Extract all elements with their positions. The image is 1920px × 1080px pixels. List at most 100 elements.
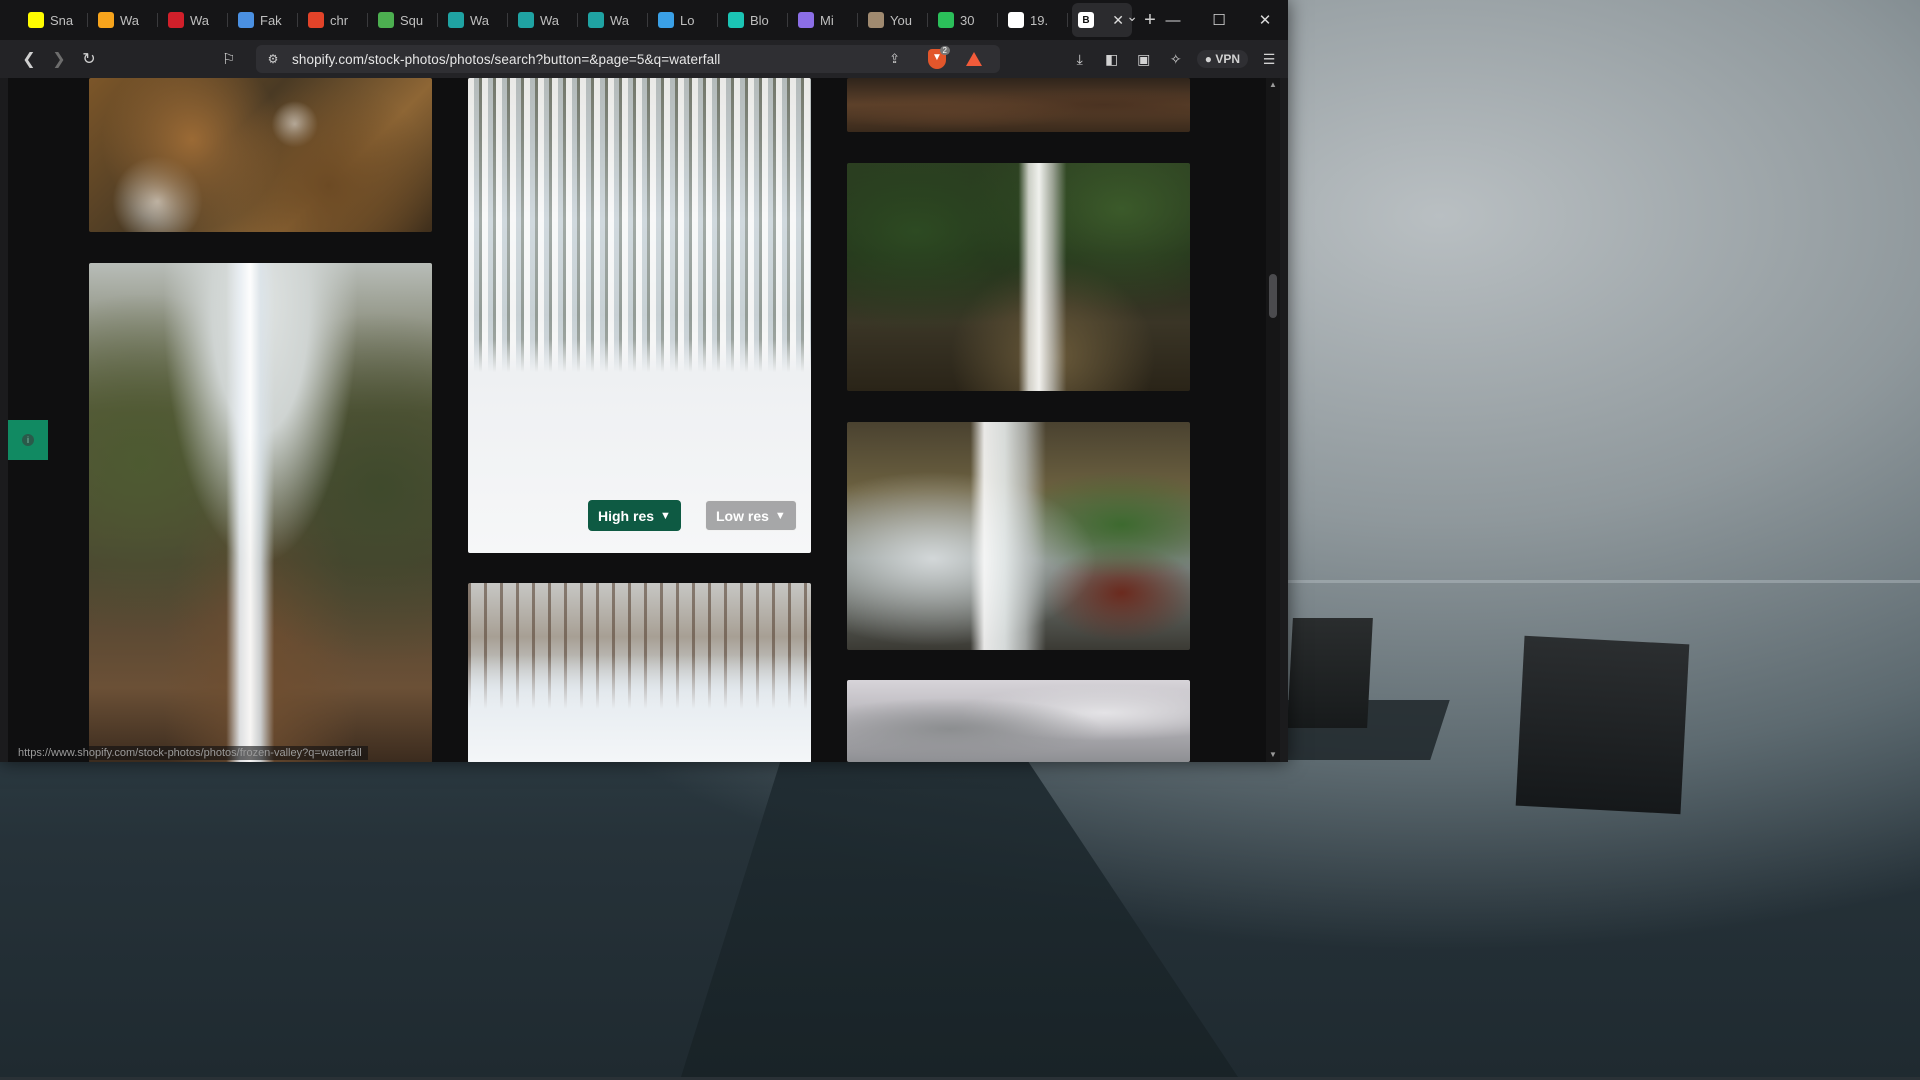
tab-6[interactable]: Wa — [442, 3, 512, 37]
chevron-down-icon: ▼ — [774, 509, 786, 522]
tab-strip: Sna Wa Wa Fak chr Squ Wa Wa Wa Lo Blo Mi You 30 19. B … — [0, 0, 1288, 40]
snapchat-icon — [28, 12, 44, 28]
chevron-down-icon: ▼ — [660, 509, 671, 522]
photo-rocky-ground[interactable] — [847, 78, 1190, 132]
shield-count-badge: 2 — [939, 46, 950, 55]
high-res-label: High res — [598, 507, 655, 524]
share-icon[interactable]: ⇪ — [889, 51, 900, 67]
browser-window: Sna Wa Wa Fak chr Squ Wa Wa Wa Lo Blo Mi You 30 19. B … — [0, 0, 1288, 762]
photo-frozen-cascade[interactable] — [468, 583, 811, 762]
back-icon[interactable]: ❮ — [14, 49, 44, 69]
toolbar-right: ⤓ ◧ ▣ ✧ ● VPN ☰ — [1069, 40, 1280, 78]
tab-14[interactable]: 19. — [1002, 3, 1072, 37]
vpn-label: VPN — [1215, 52, 1240, 66]
reload-icon[interactable]: ↻ — [74, 49, 104, 69]
leo-ai-icon[interactable]: ✧ — [1165, 51, 1187, 68]
tab-11[interactable]: Mi — [792, 3, 862, 37]
photo-cloudy-sky[interactable] — [847, 680, 1190, 762]
tab-8[interactable]: Wa — [582, 3, 652, 37]
s-icon — [448, 12, 464, 28]
tab-label: Mi — [820, 12, 834, 28]
browser-toolbar: ❮ ❯ ↻ ⚐ ⚙ shopify.com/stock-photos/photo… — [0, 40, 1288, 78]
tab-5[interactable]: Squ — [372, 3, 442, 37]
copilot-icon — [798, 12, 814, 28]
bookmark-icon[interactable]: ⚐ — [222, 50, 235, 68]
doc-icon — [238, 12, 254, 28]
tab-10[interactable]: Blo — [722, 3, 792, 37]
tab-label: Squ — [400, 12, 424, 28]
photo-frozen-valley[interactable]: High res ▼ Low res ▼ — [468, 78, 811, 553]
tab-label: Wa — [610, 12, 630, 28]
wallpaper-post-left — [1287, 618, 1373, 728]
b-icon — [728, 12, 744, 28]
tab-label: Blo — [750, 12, 769, 28]
scrollbar[interactable]: ▲ ▼ — [1266, 78, 1280, 762]
feedback-tab[interactable]: i — [8, 420, 48, 460]
photo-jungle-waterfall[interactable] — [847, 163, 1190, 391]
tab-9[interactable]: Lo — [652, 3, 722, 37]
tab-1[interactable]: Wa — [92, 3, 162, 37]
rewards-triangle-icon[interactable] — [966, 52, 982, 66]
download-icon[interactable]: ⤓ — [1069, 51, 1091, 68]
tab-7[interactable]: Wa — [512, 3, 582, 37]
tab-0[interactable]: Sna — [22, 3, 92, 37]
photo-icon — [868, 12, 884, 28]
s-icon — [518, 12, 534, 28]
tab-list: Sna Wa Wa Fak chr Squ Wa Wa Wa Lo Blo Mi You 30 19. — [22, 3, 1072, 37]
gitlab-icon — [308, 12, 324, 28]
tab-label: Fak — [260, 12, 282, 28]
tab-label: Wa — [120, 12, 140, 28]
tab-label: 19. — [1030, 12, 1049, 28]
page-viewport: High res ▼ Low res ▼ i ▲ ▼ https://www.s… — [8, 78, 1280, 762]
tab-label: Wa — [470, 12, 490, 28]
status-bar-url: https://www.shopify.com/stock-photos/pho… — [12, 746, 368, 760]
info-icon: i — [22, 434, 34, 446]
play-icon — [378, 12, 394, 28]
tab-2[interactable]: Wa — [162, 3, 232, 37]
site-settings-icon[interactable]: ⚙ — [260, 52, 286, 66]
high-res-button[interactable]: High res ▼ — [588, 500, 681, 531]
photo-moss-rocks[interactable] — [89, 78, 432, 232]
tab-label: Lo — [680, 12, 695, 28]
close-icon[interactable]: ✕ — [1242, 0, 1288, 40]
forward-icon[interactable]: ❯ — [44, 49, 74, 69]
tab-active[interactable]: B ✕ — [1072, 3, 1132, 37]
scroll-down-icon[interactable]: ▼ — [1266, 748, 1280, 762]
tab-label: Wa — [540, 12, 560, 28]
tab-4[interactable]: chr — [302, 3, 372, 37]
scroll-up-icon[interactable]: ▲ — [1266, 78, 1280, 92]
b-icon: B — [1078, 12, 1094, 28]
tab-label: Wa — [190, 12, 210, 28]
tab-12[interactable]: You — [862, 3, 932, 37]
hd-icon — [98, 12, 114, 28]
photo-misty-waterfall[interactable] — [847, 422, 1190, 650]
maximize-icon[interactable]: ☐ — [1196, 0, 1242, 40]
gallery-column-3 — [847, 78, 1190, 762]
minimize-icon[interactable]: — — [1150, 0, 1196, 40]
window-controls: — ☐ ✕ — [1150, 0, 1288, 40]
grid-icon — [168, 12, 184, 28]
wallet-icon[interactable]: ▣ — [1133, 51, 1155, 68]
sidebar-icon[interactable]: ◧ — [1101, 51, 1123, 68]
gallery-column-2: High res ▼ Low res ▼ — [468, 78, 811, 762]
vpn-button[interactable]: ● VPN — [1196, 50, 1248, 68]
url-text[interactable]: shopify.com/stock-photos/photos/search?b… — [292, 52, 720, 67]
px-icon — [938, 12, 954, 28]
tab-close-icon[interactable]: ✕ — [1112, 12, 1124, 29]
menu-icon[interactable]: ☰ — [1258, 51, 1280, 68]
low-res-label: Low res — [716, 507, 769, 524]
wallpaper-post-right — [1515, 635, 1690, 815]
scroll-thumb[interactable] — [1269, 274, 1277, 318]
tab-search-chevron-icon[interactable]: ⌄ — [1126, 8, 1138, 25]
is-icon — [1008, 12, 1024, 28]
tab-13[interactable]: 30 — [932, 3, 1002, 37]
tab-label: chr — [330, 12, 349, 28]
tab-label: You — [890, 12, 912, 28]
tab-label: Sna — [50, 12, 74, 28]
gallery-column-1 — [89, 78, 432, 762]
s-icon — [588, 12, 604, 28]
photo-forest-waterfall[interactable] — [89, 263, 432, 762]
address-bar[interactable]: ⚙ shopify.com/stock-photos/photos/search… — [256, 45, 1000, 73]
tab-3[interactable]: Fak — [232, 3, 302, 37]
low-res-button[interactable]: Low res ▼ — [705, 500, 797, 531]
